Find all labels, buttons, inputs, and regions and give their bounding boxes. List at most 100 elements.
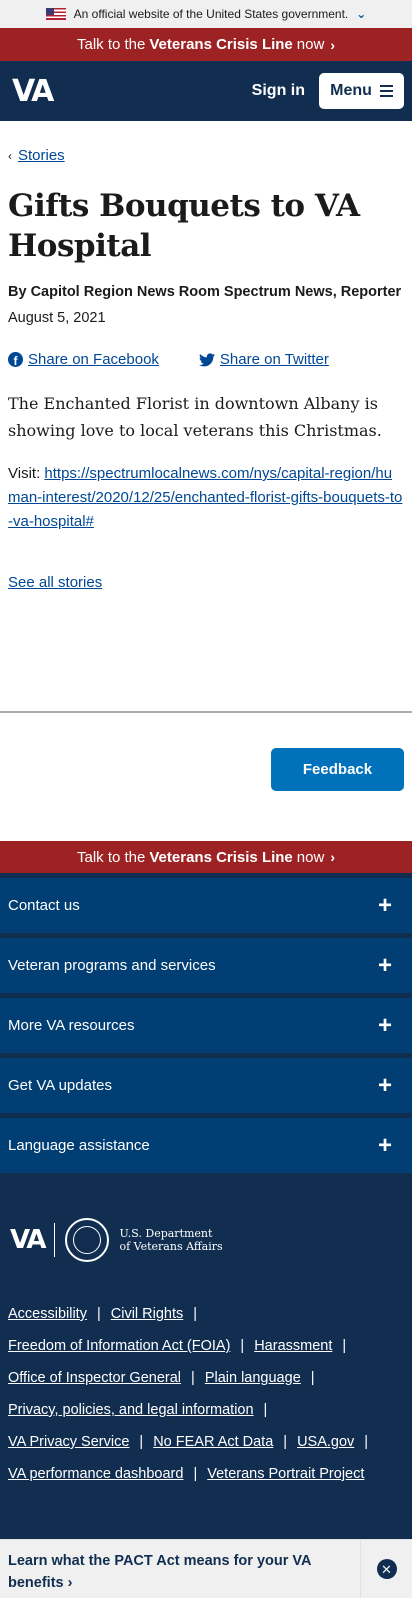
share-facebook-link[interactable]: Share on Facebook <box>28 351 159 368</box>
close-icon: ✕ <box>376 1559 397 1579</box>
chevron-left-icon: ‹ <box>8 148 12 163</box>
portrait-project-link[interactable]: Veterans Portrait Project <box>207 1466 364 1482</box>
visit-line: Visit: https://spectrumlocalnews.com/nys… <box>8 462 404 534</box>
plain-language-link[interactable]: Plain language <box>205 1370 301 1386</box>
footer-link-row: VA Privacy Service | No FEAR Act Data | US… <box>8 1426 412 1458</box>
crisis-prefix: Talk to the <box>77 36 146 53</box>
dept-line-2: of Veterans Affairs <box>119 1240 223 1253</box>
department-name: U.S. Department of Veterans Affairs <box>119 1227 222 1253</box>
visit-label: Visit: <box>8 465 41 482</box>
footer-section-more-resources[interactable]: More VA resources + <box>0 998 412 1053</box>
harassment-link[interactable]: Harassment <box>254 1338 332 1354</box>
us-flag-icon <box>45 8 66 20</box>
footer-links: Accessibility | Civil Rights | Freedom of … <box>0 1298 412 1490</box>
pact-close-button[interactable]: ✕ <box>360 1540 412 1598</box>
no-fear-act-link[interactable]: No FEAR Act Data <box>153 1434 273 1450</box>
footer-section-label: Veteran programs and services <box>8 957 216 974</box>
pipe-separator: | <box>193 1306 198 1322</box>
crisis-line-name: Veterans Crisis Line <box>149 36 293 53</box>
sign-in-link[interactable]: Sign in <box>252 82 305 100</box>
crisis-line-name: Veterans Crisis Line <box>149 848 293 866</box>
footer-section-get-updates[interactable]: Get VA updates + <box>0 1058 412 1113</box>
share-twitter[interactable]: Share on Twitter <box>198 351 329 368</box>
inspector-general-link[interactable]: Office of Inspector General <box>8 1370 181 1386</box>
va-logo[interactable]: VA <box>12 74 54 109</box>
footer-link-row: Freedom of Information Act (FOIA) | Haras… <box>8 1330 412 1362</box>
pact-act-link[interactable]: Learn what the PACT Act means for your V… <box>0 1540 360 1598</box>
civil-rights-link[interactable]: Civil Rights <box>111 1306 184 1322</box>
footer-section-label: Contact us <box>8 897 80 914</box>
privacy-policies-link[interactable]: Privacy, policies, and legal information <box>8 1402 254 1418</box>
content-divider <box>0 711 412 713</box>
plus-icon: + <box>377 951 392 979</box>
va-footer-logo: VA <box>10 1225 47 1255</box>
footer-link-row: Privacy, policies, and legal information… <box>8 1394 412 1426</box>
pipe-separator: | <box>283 1434 288 1450</box>
accessibility-link[interactable]: Accessibility <box>8 1306 87 1322</box>
footer-section-label: More VA resources <box>8 1017 135 1034</box>
pipe-separator: | <box>342 1338 347 1354</box>
share-facebook[interactable]: f Share on Facebook <box>8 351 159 368</box>
official-gov-banner[interactable]: An official website of the United States… <box>0 0 412 28</box>
pact-act-banner: Learn what the PACT Act means for your V… <box>0 1539 412 1598</box>
see-all-stories-link[interactable]: See all stories <box>8 574 102 591</box>
site-footer: Talk to the Veterans Crisis Line now › C… <box>0 841 412 1598</box>
logo-divider <box>54 1223 56 1257</box>
footer-section-contact-us[interactable]: Contact us + <box>0 878 412 933</box>
pipe-separator: | <box>96 1306 101 1322</box>
pipe-separator: | <box>191 1370 195 1386</box>
gov-banner-text: An official website of the United States… <box>73 7 349 21</box>
footer-link-row: VA performance dashboard | Veterans Portr… <box>8 1458 412 1490</box>
main-content: ‹ Stories Gifts Bouquets to VA Hospital … <box>0 147 412 591</box>
performance-dashboard-link[interactable]: VA performance dashboard <box>8 1466 183 1482</box>
article-body: The Enchanted Florist in downtown Albany… <box>8 394 382 440</box>
crisis-suffix: now <box>296 36 325 53</box>
pipe-separator: | <box>263 1402 268 1418</box>
footer-link-row: Office of Inspector General | Plain langu… <box>8 1362 412 1394</box>
usa-gov-link[interactable]: USA.gov <box>297 1434 354 1450</box>
footer-section-language-assistance[interactable]: Language assistance + <box>0 1118 412 1173</box>
va-seal-icon <box>65 1218 110 1262</box>
footer-logos[interactable]: VA U.S. Department of Veterans Affairs <box>0 1218 412 1262</box>
va-privacy-service-link[interactable]: VA Privacy Service <box>8 1434 129 1450</box>
site-header: VA Sign in Menu <box>0 61 412 121</box>
footer-section-veteran-programs[interactable]: Veteran programs and services + <box>0 938 412 993</box>
footer-crisis-line-bar[interactable]: Talk to the Veterans Crisis Line now › <box>0 841 412 873</box>
pipe-separator: | <box>139 1434 144 1450</box>
menu-button[interactable]: Menu <box>319 73 404 109</box>
feedback-button[interactable]: Feedback <box>271 748 404 791</box>
chevron-down-icon[interactable]: ⌄ <box>356 7 366 21</box>
twitter-icon <box>198 352 215 366</box>
plus-icon: + <box>377 1011 392 1039</box>
breadcrumb-stories-link[interactable]: Stories <box>18 147 65 164</box>
facebook-icon: f <box>8 352 23 367</box>
pact-act-text: Learn what the PACT Act means for your V… <box>8 1553 311 1591</box>
header-actions: Sign in Menu <box>252 73 404 109</box>
share-links: f Share on Facebook Share on Twitter <box>8 351 404 368</box>
plus-icon: + <box>377 1131 392 1159</box>
footer-section-label: Get VA updates <box>8 1077 112 1094</box>
chevron-right-icon: › <box>330 36 335 53</box>
footer-link-row: Accessibility | Civil Rights | <box>8 1298 412 1330</box>
pipe-separator: | <box>240 1338 245 1354</box>
chevron-right-icon: › <box>330 849 335 865</box>
plus-icon: + <box>377 891 392 919</box>
menu-label: Menu <box>330 82 372 99</box>
breadcrumb: ‹ Stories <box>8 147 404 164</box>
pipe-separator: | <box>364 1434 369 1450</box>
pipe-separator: | <box>310 1370 315 1386</box>
crisis-line-bar[interactable]: Talk to the Veterans Crisis Line now › <box>0 28 412 61</box>
chevron-right-icon: › <box>67 1575 73 1591</box>
foia-link[interactable]: Freedom of Information Act (FOIA) <box>8 1338 230 1354</box>
visit-url-link[interactable]: https://spectrumlocalnews.com/nys/capita… <box>8 465 402 530</box>
plus-icon: + <box>377 1071 392 1099</box>
crisis-suffix: now <box>296 848 325 866</box>
share-twitter-link[interactable]: Share on Twitter <box>220 351 329 368</box>
page-title: Gifts Bouquets to VA Hospital <box>8 188 360 264</box>
article-byline: By Capitol Region News Room Spectrum New… <box>8 284 402 300</box>
hamburger-icon <box>379 85 393 97</box>
footer-section-label: Language assistance <box>8 1137 150 1154</box>
dept-line-1: U.S. Department <box>119 1227 213 1240</box>
crisis-prefix: Talk to the <box>77 848 146 866</box>
article-date: August 5, 2021 <box>8 310 106 326</box>
